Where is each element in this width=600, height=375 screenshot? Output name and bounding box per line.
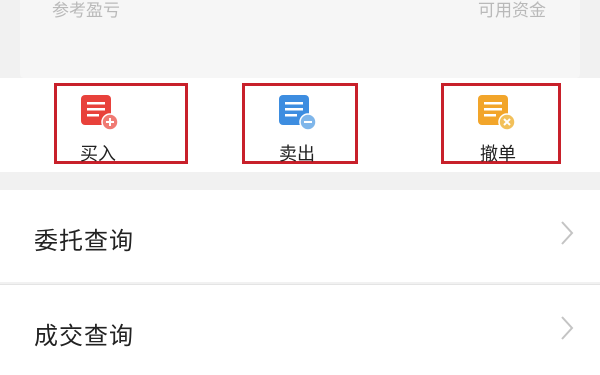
buy-label: 买入 <box>80 144 116 165</box>
order-query-row[interactable]: 委托查询 <box>0 190 600 282</box>
cancel-order-icon <box>478 95 516 131</box>
chevron-right-icon <box>561 221 574 245</box>
sell-icon <box>279 95 317 131</box>
chevron-right-icon <box>561 316 574 340</box>
available-funds-label: 可用资金 <box>478 1 546 21</box>
buy-icon <box>81 95 119 131</box>
trade-query-label: 成交查询 <box>34 322 134 350</box>
profit-loss-label: 参考盈亏 <box>52 1 120 21</box>
account-summary-card: 参考盈亏 可用资金 <box>20 0 580 78</box>
cancel-order-label: 撤单 <box>480 144 516 165</box>
order-query-label: 委托查询 <box>34 227 134 255</box>
buy-button[interactable]: 买入 <box>54 83 188 165</box>
cancel-order-button[interactable]: 撤单 <box>441 83 561 165</box>
sell-label: 卖出 <box>279 144 315 165</box>
trade-query-row[interactable]: 成交查询 <box>0 285 600 375</box>
section-gap <box>0 172 600 186</box>
sell-button[interactable]: 卖出 <box>242 83 358 165</box>
trade-action-bar: 买入 卖出 撤单 <box>0 78 600 172</box>
